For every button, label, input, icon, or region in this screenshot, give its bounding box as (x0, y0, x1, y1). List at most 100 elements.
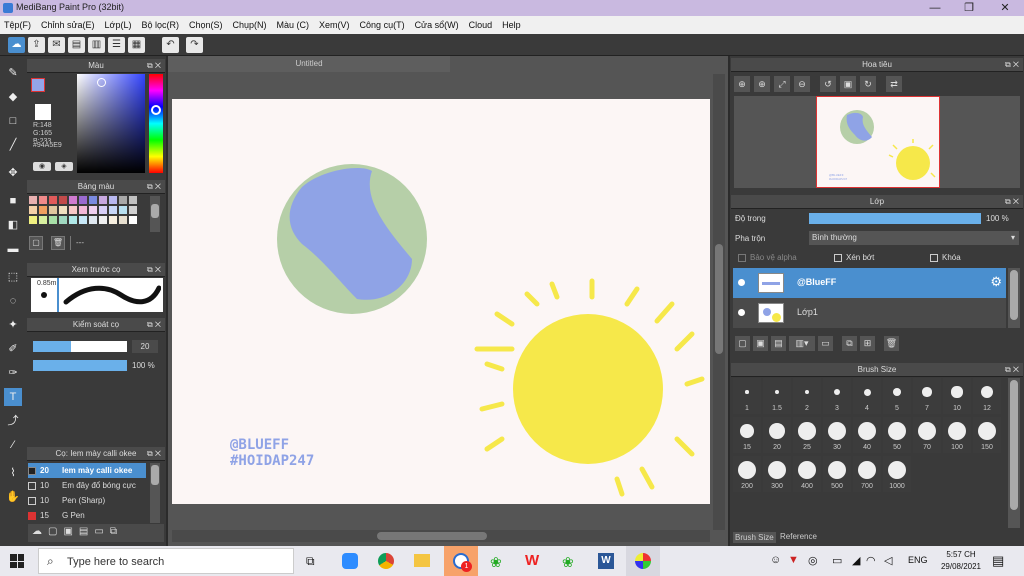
palette-swatch[interactable] (129, 206, 137, 214)
palette-name[interactable]: --- (70, 236, 160, 250)
brush-list-item[interactable]: 10 Em đây đổ bóng cực (28, 478, 146, 493)
layers-scrollbar[interactable] (1008, 268, 1020, 328)
brush-size-option[interactable]: 40 (853, 417, 881, 453)
fit-icon[interactable]: ⤢ (774, 76, 790, 92)
word-icon[interactable]: W (598, 553, 614, 569)
menu-file[interactable]: Tệp(F) (4, 20, 31, 30)
palette-swatch[interactable] (79, 196, 87, 204)
zoom-app-icon[interactable] (342, 553, 358, 569)
brush-size-option[interactable]: 150 (973, 417, 1001, 453)
eyedropper-icon[interactable]: ⌇ (4, 464, 22, 482)
new-palette-icon[interactable]: ▢ (29, 236, 43, 250)
palette-swatch[interactable] (99, 206, 107, 214)
undo-button[interactable]: ↶ (162, 37, 179, 53)
brush-size-option[interactable]: 400 (793, 456, 821, 492)
clock[interactable]: 5:57 CH 29/08/2021 (936, 549, 986, 573)
layer-opacity-slider[interactable] (809, 213, 981, 224)
zoom-out-icon[interactable]: ⊖ (794, 76, 810, 92)
new-halftone-layer-icon[interactable]: ▣ (753, 336, 768, 351)
language-indicator[interactable]: ENG (908, 555, 928, 565)
line-tool-icon[interactable]: ╱ (4, 136, 22, 154)
palette-swatch[interactable] (29, 216, 37, 224)
menu-filter[interactable]: Bộ lọc(R) (141, 20, 179, 30)
gear-icon[interactable]: ⚙ (990, 274, 1002, 290)
menu-color[interactable]: Màu (C) (277, 20, 310, 30)
select-rect-icon[interactable]: ⬚ (4, 268, 22, 286)
trash-icon[interactable]: 🗑 (884, 336, 899, 351)
color-picker-cursor[interactable] (97, 78, 106, 87)
palette-swatch[interactable] (29, 206, 37, 214)
cloud-brush-icon[interactable]: ☁ (32, 526, 42, 540)
minimize-button[interactable]: — (918, 0, 952, 16)
brush-size-option[interactable]: 20 (763, 417, 791, 453)
brush-size-option[interactable]: 30 (823, 417, 851, 453)
palette-swatch[interactable] (99, 196, 107, 204)
palette-swatch[interactable] (119, 196, 127, 204)
move-tool-icon[interactable]: ✥ (4, 164, 22, 182)
menu-select[interactable]: Chọn(S) (189, 20, 223, 30)
delete-palette-icon[interactable]: 🗑 (51, 236, 65, 250)
magic-wand-icon[interactable]: ✦ (4, 316, 22, 334)
eye-icon[interactable] (738, 309, 745, 316)
gradient-tool-icon[interactable]: ▬ (4, 240, 22, 258)
eraser-tool-icon[interactable]: ◆ (4, 88, 22, 106)
app-icon-green2[interactable]: ❀ (562, 554, 574, 571)
upload-icon[interactable]: ⇪ (28, 37, 45, 53)
brush-size-option[interactable]: 700 (853, 456, 881, 492)
volume-icon[interactable]: ◁ (884, 554, 892, 567)
task-view-icon[interactable]: ⧉ (306, 554, 315, 569)
zoom-in-alt-icon[interactable]: ⊕ (754, 76, 770, 92)
brush-list-scrollbar[interactable] (150, 463, 160, 523)
notification-icon[interactable]: ▤ (992, 553, 1004, 569)
brush-size-option[interactable]: 1.5 (763, 378, 791, 414)
navigator-preview[interactable]: @BLUEFF #HOIDAP247 (734, 96, 1020, 188)
palette-swatch[interactable] (69, 206, 77, 214)
new-brush-icon[interactable]: ▢ (48, 526, 57, 540)
brush-size-option[interactable]: 5 (883, 378, 911, 414)
list-icon[interactable]: ☰ (108, 37, 125, 53)
clipping-checkbox[interactable]: Xén bớt (834, 253, 874, 262)
swap-color-button[interactable]: ◉ (33, 162, 51, 171)
brush-size-option[interactable]: 1000 (883, 456, 911, 492)
new-layer-icon[interactable]: ▢ (735, 336, 750, 351)
select-eraser-icon[interactable]: ✑ (4, 364, 22, 382)
wps-icon[interactable]: W (525, 552, 539, 569)
medibang-taskbar-tile[interactable] (626, 546, 660, 576)
brush-size-option[interactable]: 200 (733, 456, 761, 492)
palette-scrollbar[interactable] (150, 196, 160, 232)
copy-brush-icon[interactable]: ⧉ (110, 526, 117, 540)
eye-icon[interactable] (738, 279, 745, 286)
menu-layer[interactable]: Lớp(L) (105, 20, 132, 30)
panel-close-icon[interactable]: ⧉ ✕ (147, 447, 161, 461)
add-layer-menu-icon[interactable]: ▥▾ (789, 336, 815, 351)
menu-tools[interactable]: Công cụ(T) (360, 20, 405, 30)
panel-close-icon[interactable]: ⧉ ✕ (1005, 58, 1019, 72)
palette-swatch[interactable] (49, 206, 57, 214)
chrome-icon[interactable] (378, 553, 394, 569)
cloud-icon[interactable]: ☁ (8, 37, 25, 53)
palette-swatch[interactable] (29, 196, 37, 204)
primary-color-swatch[interactable] (31, 78, 45, 92)
comment-icon[interactable]: ✉ (48, 37, 65, 53)
palette-swatch[interactable] (109, 216, 117, 224)
document-tab[interactable]: Untitled (168, 56, 450, 72)
brush-size-value[interactable]: 20 (132, 340, 158, 353)
brush-size-tab[interactable]: Brush Size (733, 532, 776, 543)
drawing-canvas[interactable]: @BLUEFF #HOIDAP247 (172, 99, 710, 504)
wifi-icon[interactable]: ◠ (866, 554, 876, 567)
hand-tool-icon[interactable]: ✋ (4, 488, 22, 506)
palette-swatch[interactable] (59, 216, 67, 224)
brush-size-option[interactable]: 25 (793, 417, 821, 453)
reference-tab[interactable]: Reference (778, 531, 819, 542)
panel-close-icon[interactable]: ⧉ ✕ (147, 180, 161, 194)
palette-swatch[interactable] (59, 206, 67, 214)
palette-swatch[interactable] (109, 206, 117, 214)
rotate-left-icon[interactable]: ↺ (820, 76, 836, 92)
hue-slider[interactable] (149, 74, 163, 173)
brush-size-option[interactable]: 50 (883, 417, 911, 453)
palette-swatch[interactable] (69, 216, 77, 224)
palette-swatch[interactable] (39, 206, 47, 214)
brush-opacity-slider[interactable] (33, 360, 127, 371)
brush-size-option[interactable]: 15 (733, 417, 761, 453)
merge-layer-icon[interactable]: ⊞ (860, 336, 875, 351)
